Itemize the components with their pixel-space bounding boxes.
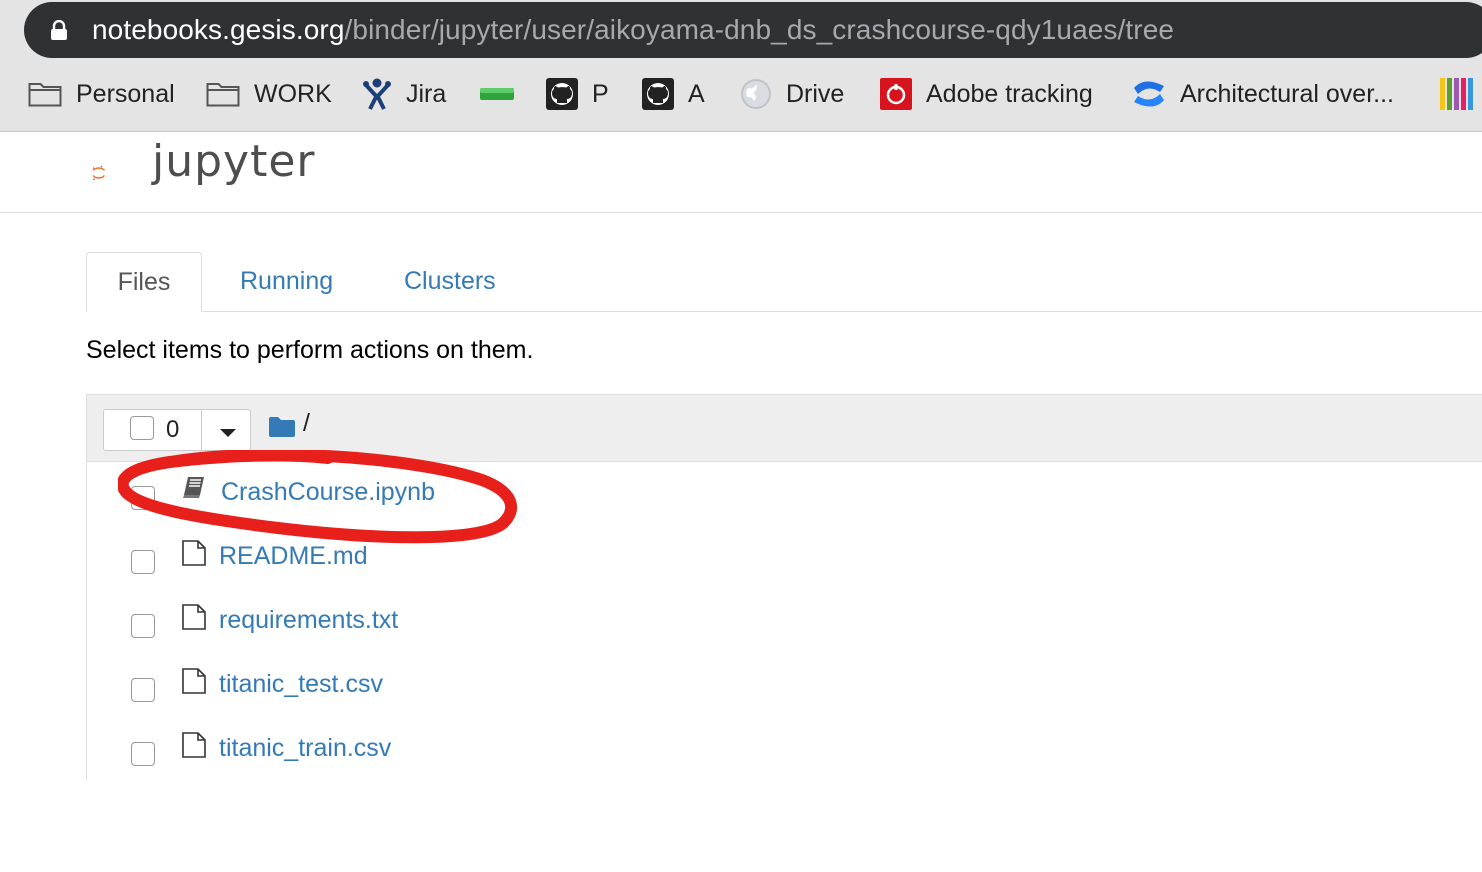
bookmark-label: Drive bbox=[786, 79, 845, 108]
bookmark-overflow[interactable] bbox=[1440, 70, 1474, 118]
adobe-icon bbox=[880, 78, 912, 110]
selection-hint: Select items to perform actions on them. bbox=[86, 336, 534, 364]
tab-clusters[interactable]: Clusters bbox=[404, 252, 496, 311]
bookmark-green[interactable] bbox=[480, 70, 516, 118]
caret-down-icon[interactable] bbox=[220, 429, 236, 437]
bookmark-architectural[interactable]: Architectural over... bbox=[1132, 70, 1394, 118]
file-icon bbox=[182, 540, 206, 566]
github-icon bbox=[642, 78, 674, 110]
colorbar-icon bbox=[1440, 78, 1473, 110]
list-item[interactable]: README.md bbox=[87, 526, 1482, 591]
file-link[interactable]: requirements.txt bbox=[219, 606, 398, 635]
bookmark-label: A bbox=[688, 79, 705, 108]
breadcrumb[interactable]: / bbox=[303, 409, 310, 438]
divider bbox=[201, 410, 202, 450]
row-checkbox[interactable] bbox=[131, 678, 155, 702]
battery-icon bbox=[480, 88, 514, 100]
bookmark-label: Jira bbox=[406, 79, 447, 108]
bookmark-jira[interactable]: Jira bbox=[362, 70, 446, 118]
jira-icon bbox=[363, 78, 391, 110]
url-text[interactable]: notebooks.gesis.org/binder/jupyter/user/… bbox=[92, 14, 1174, 46]
file-icon bbox=[182, 732, 206, 758]
url-host: notebooks.gesis.org bbox=[92, 14, 345, 45]
select-all-checkbox[interactable] bbox=[130, 416, 154, 440]
bookmark-label: P bbox=[592, 79, 609, 108]
row-checkbox[interactable] bbox=[131, 486, 155, 510]
tab-running[interactable]: Running bbox=[240, 252, 333, 311]
url-path: /binder/jupyter/user/aikoyama-dnb_ds_cra… bbox=[344, 14, 1175, 45]
bookmarks-bar: Personal WORK Jira P A Drive Adobe track… bbox=[0, 70, 1482, 118]
github-icon bbox=[546, 78, 578, 110]
file-icon bbox=[182, 668, 206, 694]
row-checkbox[interactable] bbox=[131, 742, 155, 766]
row-checkbox[interactable] bbox=[131, 550, 155, 574]
file-link[interactable]: titanic_test.csv bbox=[219, 670, 383, 699]
file-icon bbox=[182, 604, 206, 630]
file-list-header: 0 / bbox=[87, 395, 1482, 462]
address-bar[interactable]: notebooks.gesis.org/binder/jupyter/user/… bbox=[24, 2, 1482, 58]
tab-files[interactable]: Files bbox=[86, 252, 202, 312]
select-all-group: 0 bbox=[103, 409, 251, 451]
jupyter-logo-icon[interactable] bbox=[92, 142, 152, 204]
bookmark-github-p[interactable]: P bbox=[546, 70, 609, 118]
bookmark-label: Personal bbox=[76, 79, 175, 108]
bookmark-personal[interactable]: Personal bbox=[28, 70, 175, 118]
selected-count: 0 bbox=[166, 416, 180, 443]
bookmark-label: Adobe tracking bbox=[926, 79, 1093, 108]
file-list: 0 / CrashCourse.ipynb README.md requirem… bbox=[86, 394, 1482, 782]
bookmark-work[interactable]: WORK bbox=[206, 70, 332, 118]
row-checkbox[interactable] bbox=[131, 614, 155, 638]
list-item[interactable]: titanic_train.csv bbox=[87, 718, 1482, 782]
browser-chrome: notebooks.gesis.org/binder/jupyter/user/… bbox=[0, 0, 1482, 132]
tab-bar: Files Running Clusters bbox=[86, 252, 1482, 312]
bookmark-github-a[interactable]: A bbox=[642, 70, 705, 118]
jupyter-logo-text: jupyter bbox=[152, 136, 316, 187]
list-item[interactable]: CrashCourse.ipynb bbox=[87, 462, 1482, 527]
list-item[interactable]: requirements.txt bbox=[87, 590, 1482, 655]
file-link[interactable]: titanic_train.csv bbox=[219, 734, 391, 763]
bookmark-label: Architectural over... bbox=[1180, 79, 1394, 108]
file-link[interactable]: CrashCourse.ipynb bbox=[221, 478, 435, 507]
folder-icon bbox=[28, 83, 62, 107]
globe-icon bbox=[741, 79, 771, 109]
bookmark-drive[interactable]: Drive bbox=[740, 70, 844, 118]
confluence-icon bbox=[1134, 81, 1164, 107]
bookmark-label: WORK bbox=[254, 79, 332, 108]
lock-icon bbox=[51, 20, 67, 40]
folder-icon[interactable] bbox=[269, 417, 295, 437]
bookmark-adobe[interactable]: Adobe tracking bbox=[880, 70, 1093, 118]
file-link[interactable]: README.md bbox=[219, 542, 368, 571]
jupyter-header: jupyter bbox=[0, 132, 1482, 213]
notebook-icon bbox=[183, 477, 204, 498]
list-item[interactable]: titanic_test.csv bbox=[87, 654, 1482, 719]
folder-icon bbox=[206, 83, 240, 107]
